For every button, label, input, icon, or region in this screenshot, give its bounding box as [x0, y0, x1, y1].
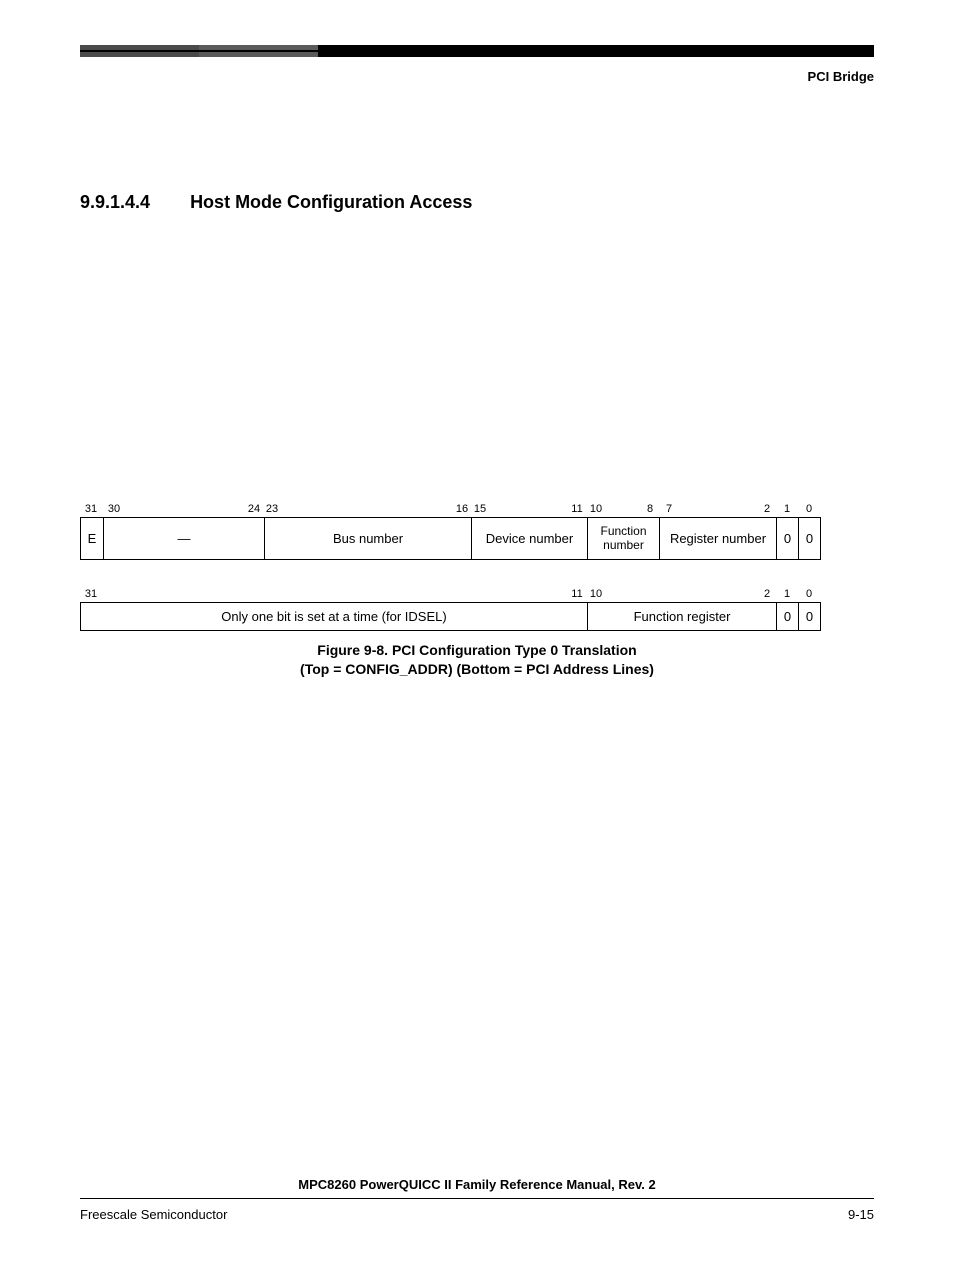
header-section-label: PCI Bridge — [80, 69, 874, 84]
field-e: E — [81, 518, 104, 560]
bit-label: 0 — [806, 503, 812, 515]
field-bus-number: Bus number — [265, 518, 472, 560]
section-number: 9.9.1.4.4 — [80, 192, 150, 213]
bit-label: 1 — [784, 588, 790, 600]
bit-label: 8 — [647, 503, 653, 515]
bit-label: 23 — [266, 503, 278, 515]
bit-label: 24 — [248, 503, 260, 515]
manual-title: MPC8260 PowerQUICC II Family Reference M… — [80, 1177, 874, 1192]
field-device-number: Device number — [472, 518, 588, 560]
bit-label: 10 — [590, 503, 602, 515]
footer-rule — [80, 1198, 874, 1199]
bit-label: 0 — [806, 588, 812, 600]
field-idsel: Only one bit is set at a time (for IDSEL… — [81, 603, 588, 631]
bit-label: 1 — [784, 503, 790, 515]
bit-label: 16 — [456, 503, 468, 515]
bit-label: 11 — [571, 503, 582, 515]
bit-label: 7 — [666, 503, 672, 515]
bit-label: 2 — [764, 503, 770, 515]
company-name: Freescale Semiconductor — [80, 1207, 227, 1222]
config-addr-layout: E — Bus number Device number Function nu… — [80, 517, 821, 560]
figure-9-8: 31 30 24 23 16 15 11 10 8 7 2 1 0 E — Bu… — [80, 503, 874, 679]
table-row: Only one bit is set at a time (for IDSEL… — [81, 603, 821, 631]
pci-address-lines-layout: Only one bit is set at a time (for IDSEL… — [80, 602, 821, 631]
top-bit-labels: 31 30 24 23 16 15 11 10 8 7 2 1 0 — [80, 503, 820, 517]
bit-label: 11 — [571, 588, 582, 600]
page-footer: MPC8260 PowerQUICC II Family Reference M… — [80, 1177, 874, 1222]
bit-label: 10 — [590, 588, 602, 600]
field-bit1: 0 — [777, 518, 799, 560]
bit-label: 15 — [474, 503, 486, 515]
figure-caption: Figure 9-8. PCI Configuration Type 0 Tra… — [80, 641, 874, 679]
bottom-bit-labels: 31 11 10 2 1 0 — [80, 588, 820, 602]
field-bit0: 0 — [799, 518, 821, 560]
field-function-register: Function register — [588, 603, 777, 631]
bit-label: 30 — [108, 503, 120, 515]
figure-caption-line1: Figure 9-8. PCI Configuration Type 0 Tra… — [80, 641, 874, 660]
bit-label: 31 — [85, 588, 97, 600]
field-register-number: Register number — [660, 518, 777, 560]
field-reserved: — — [104, 518, 265, 560]
field-bit1: 0 — [777, 603, 799, 631]
page-number: 9-15 — [848, 1207, 874, 1222]
header-rule — [80, 45, 874, 57]
section-title: Host Mode Configuration Access — [190, 192, 472, 213]
bit-label: 31 — [85, 503, 97, 515]
bit-label: 2 — [764, 588, 770, 600]
section-heading: 9.9.1.4.4 Host Mode Configuration Access — [80, 192, 874, 213]
field-bit0: 0 — [799, 603, 821, 631]
field-function-number: Function number — [588, 518, 660, 560]
figure-caption-line2: (Top = CONFIG_ADDR) (Bottom = PCI Addres… — [80, 660, 874, 679]
table-row: E — Bus number Device number Function nu… — [81, 518, 821, 560]
